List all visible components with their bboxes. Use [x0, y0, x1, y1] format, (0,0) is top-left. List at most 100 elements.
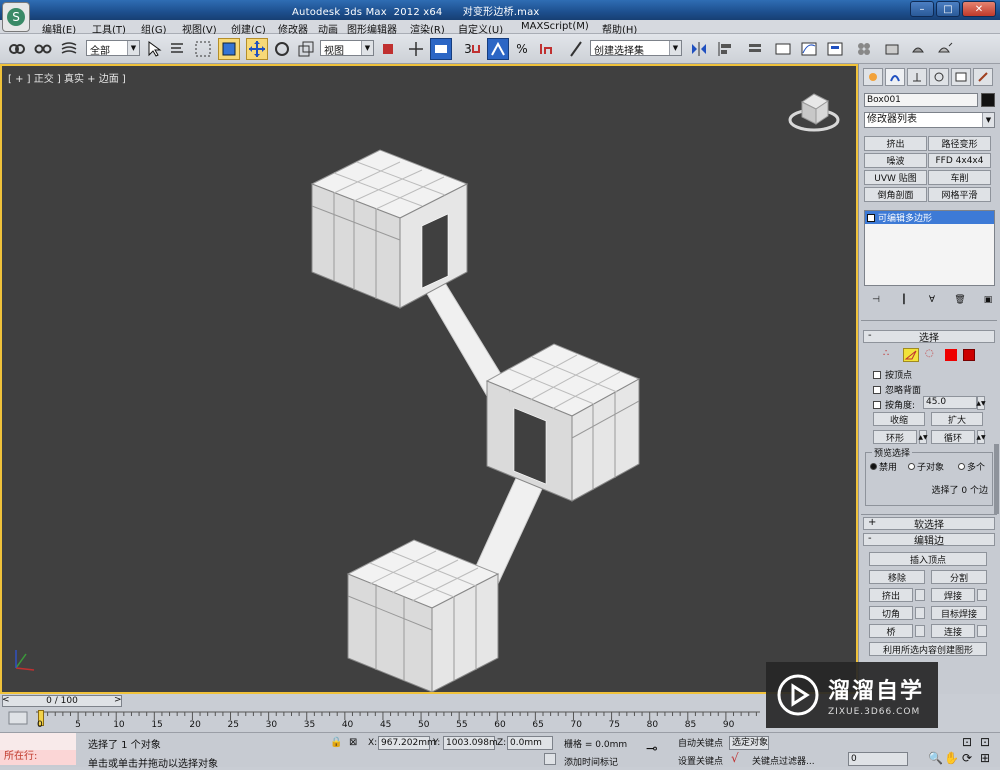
expand-icon[interactable]	[867, 213, 875, 222]
key-icon[interactable]: ⊸	[646, 741, 658, 757]
time-ruler[interactable]: 0 5 10 15 20 25 30 35 40 45 50 55 60 65 70 75 80 85 90	[36, 710, 760, 730]
render-setup-icon[interactable]	[881, 38, 903, 60]
chamfer-settings-icon[interactable]	[915, 607, 925, 619]
make-unique-icon[interactable]: ∀	[925, 294, 939, 306]
rotate-tool-icon[interactable]	[271, 38, 293, 60]
modifier-button-ffd[interactable]: FFD 4x4x4	[928, 153, 991, 168]
border-mode-icon[interactable]: ◌	[925, 348, 939, 362]
split-button[interactable]: 分割	[931, 570, 987, 584]
add-time-tag[interactable]: 添加时间标记	[564, 755, 618, 768]
lock-selection-icon[interactable]: 🔒	[330, 737, 342, 748]
auto-key-button[interactable]: 自动关键点	[678, 736, 723, 749]
spinner-snap-icon[interactable]	[535, 38, 557, 60]
connect-button[interactable]: 连接	[931, 624, 975, 638]
extrude-settings-icon[interactable]	[915, 589, 925, 601]
select-manipulate-icon[interactable]	[405, 38, 427, 60]
orbit-icon[interactable]: ⟳	[962, 751, 972, 765]
hierarchy-tab-icon[interactable]	[907, 68, 927, 86]
rollout-edit-edges[interactable]: - 编辑边	[863, 533, 995, 547]
create-tab-icon[interactable]	[863, 68, 883, 86]
layer-manager-icon[interactable]	[744, 38, 766, 60]
ring-button[interactable]: 环形	[873, 430, 917, 444]
zoom-extents-icon[interactable]: ⊡	[962, 735, 972, 749]
y-coord-field[interactable]: 1003.098m	[443, 736, 498, 750]
target-weld-button[interactable]: 目标焊接	[931, 606, 987, 620]
app-logo-icon[interactable]: S	[2, 2, 30, 32]
menu-maxscript[interactable]: MAXScript(M)	[521, 21, 589, 32]
rendered-frame-icon[interactable]	[907, 38, 929, 60]
modifier-button-meshsmooth[interactable]: 网格平滑	[928, 187, 991, 202]
shrink-button[interactable]: 收缩	[873, 412, 925, 426]
grow-button[interactable]: 扩大	[931, 412, 983, 426]
material-editor-icon[interactable]	[853, 38, 875, 60]
insert-vertex-button[interactable]: 插入顶点	[869, 552, 987, 566]
pan-icon[interactable]: ✋	[944, 751, 959, 765]
bridge-settings-icon[interactable]	[915, 625, 925, 637]
bridge-button[interactable]: 桥	[869, 624, 913, 638]
keyboard-shortcut-override-icon[interactable]	[430, 38, 452, 60]
angle-spinner[interactable]: ▲▼	[976, 396, 986, 410]
window-crossing-icon[interactable]	[218, 38, 240, 60]
z-coord-field[interactable]: 0.0mm	[507, 736, 553, 750]
modifier-button-noise[interactable]: 噪波	[864, 153, 927, 168]
modifier-button-extrude[interactable]: 挤出	[864, 136, 927, 151]
modifier-button-path-deform[interactable]: 路径变形	[928, 136, 991, 151]
named-selection-dropdown[interactable]: 创建选择集 ▼	[590, 40, 682, 56]
modifier-stack[interactable]: 可编辑多边形	[864, 210, 995, 286]
minimize-button[interactable]: –	[910, 1, 934, 17]
modifier-button-uvw-map[interactable]: UVW 贴图	[864, 170, 927, 185]
loop-button[interactable]: 循环	[931, 430, 975, 444]
utilities-tab-icon[interactable]	[973, 68, 993, 86]
absolute-mode-icon[interactable]: ⊠	[349, 737, 357, 748]
reference-coordinate-dropdown[interactable]: 视图 ▼	[320, 40, 374, 56]
stack-item-editable-poly[interactable]: 可编辑多边形	[865, 211, 994, 224]
snap-toggle-icon[interactable]: 3	[461, 38, 483, 60]
weld-settings-icon[interactable]	[977, 589, 987, 601]
chamfer-button[interactable]: 切角	[869, 606, 913, 620]
graphite-ribbon-icon[interactable]	[772, 38, 794, 60]
select-object-icon[interactable]	[143, 38, 165, 60]
set-key-icon[interactable]: √	[731, 751, 739, 765]
extrude-button[interactable]: 挤出	[869, 588, 913, 602]
angle-value-field[interactable]: 45.0	[923, 396, 977, 409]
modifier-button-lathe[interactable]: 车削	[928, 170, 991, 185]
motion-tab-icon[interactable]	[929, 68, 949, 86]
maximize-button[interactable]: □	[936, 1, 960, 17]
rectangular-selection-icon[interactable]	[192, 38, 214, 60]
remove-button[interactable]: 移除	[869, 570, 925, 584]
x-coord-field[interactable]: 967.202mm	[378, 736, 436, 750]
modifier-button-bevel-profile[interactable]: 倒角剖面	[864, 187, 927, 202]
align-icon[interactable]	[714, 38, 736, 60]
zoom-icon[interactable]: 🔍	[928, 751, 943, 765]
vertex-mode-icon[interactable]: ∴	[883, 348, 897, 362]
by-vertex-checkbox[interactable]: 按顶点	[873, 368, 912, 381]
preview-disabled-radio[interactable]: 禁用	[870, 460, 897, 473]
edge-mode-icon[interactable]	[903, 348, 919, 362]
pin-stack-icon[interactable]: ⊣	[869, 294, 883, 306]
by-angle-checkbox[interactable]: 按角度:	[873, 398, 915, 411]
preview-subobject-radio[interactable]: 子对象	[908, 460, 944, 473]
current-frame-field[interactable]: 0	[848, 752, 908, 766]
create-shape-button[interactable]: 利用所选内容创建图形	[869, 642, 987, 656]
schematic-view-icon[interactable]	[824, 38, 846, 60]
set-key-button[interactable]: 设置关键点	[678, 754, 723, 767]
selected-dropdown[interactable]: 选定对象	[729, 736, 769, 750]
mirror-icon[interactable]	[688, 38, 710, 60]
loop-spinner[interactable]: ▲▼	[976, 430, 986, 444]
ring-spinner[interactable]: ▲▼	[918, 430, 928, 444]
bind-spacewarp-icon[interactable]	[58, 38, 80, 60]
curve-editor-icon[interactable]	[798, 38, 820, 60]
weld-button[interactable]: 焊接	[931, 588, 975, 602]
angle-snap-icon[interactable]	[487, 38, 509, 60]
object-color-swatch[interactable]	[981, 93, 995, 107]
display-tab-icon[interactable]	[951, 68, 971, 86]
configure-modifier-sets-icon[interactable]: ▣	[981, 294, 995, 306]
perspective-viewport[interactable]: [ + ] 正交 ] 真实 + 边面 ]	[0, 64, 858, 694]
rollout-selection[interactable]: - 选择	[863, 330, 995, 344]
next-frame-icon[interactable]: >	[114, 695, 122, 705]
edit-named-selection-icon[interactable]	[565, 38, 587, 60]
mini-curve-editor-icon[interactable]	[8, 711, 28, 725]
element-mode-icon[interactable]	[963, 349, 975, 361]
connect-settings-icon[interactable]	[977, 625, 987, 637]
remove-modifier-icon[interactable]: 🗑	[953, 294, 967, 306]
